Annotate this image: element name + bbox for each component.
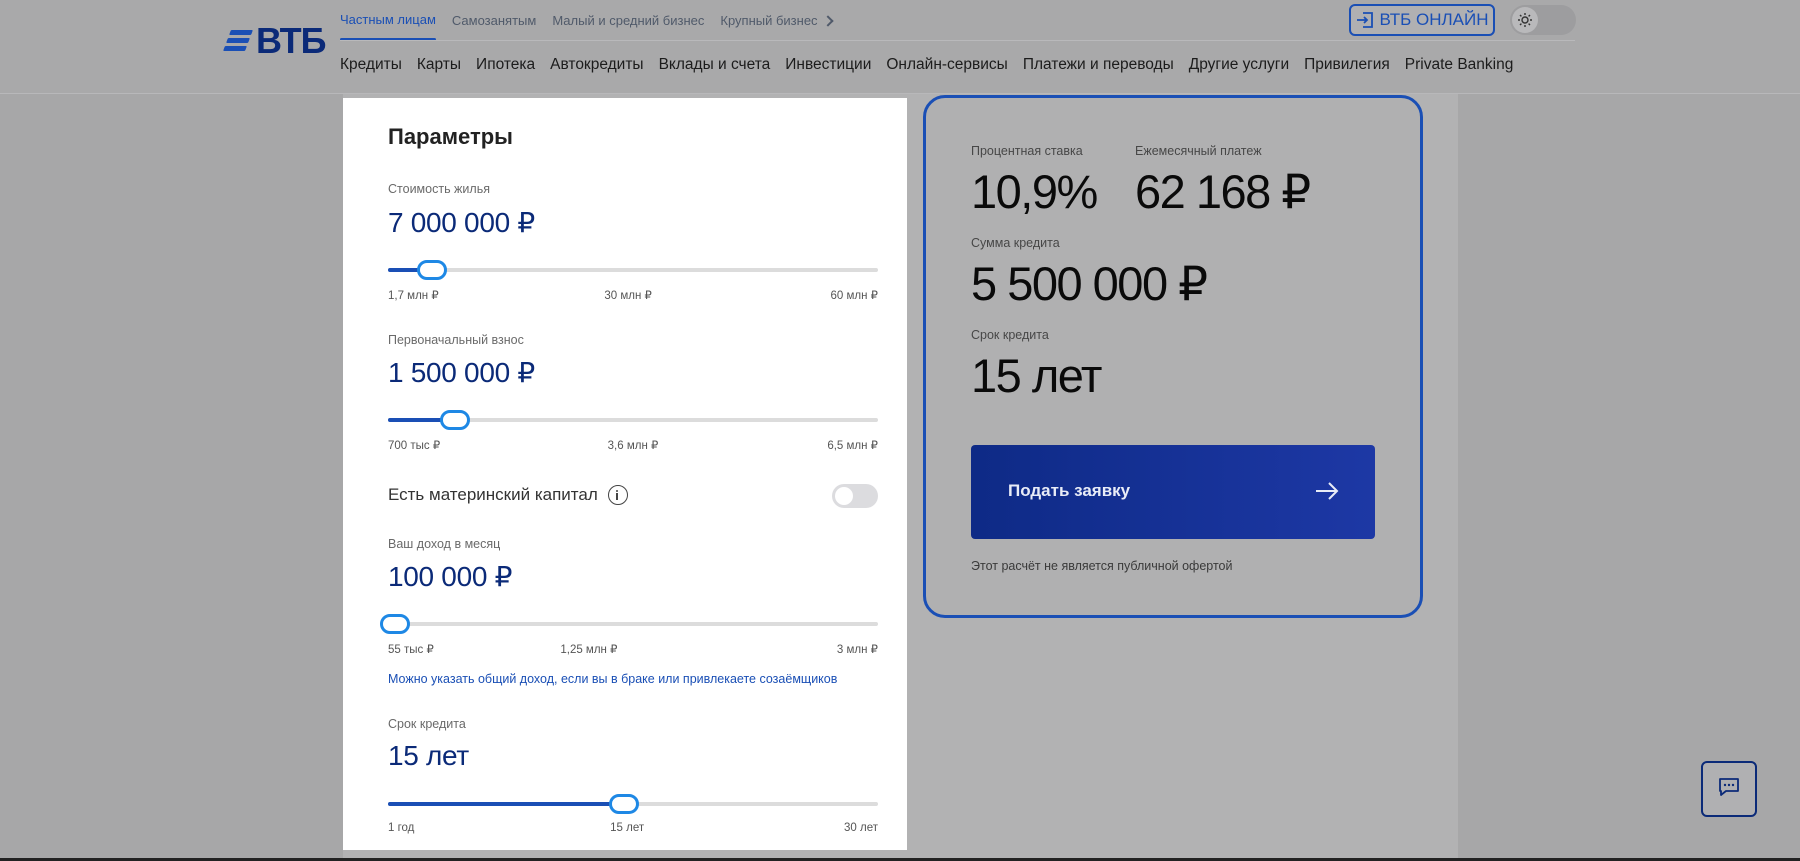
site-header: ВТБ Частным лицам Самозанятым Малый и ср…: [0, 0, 1800, 94]
slider-thumb[interactable]: [417, 260, 448, 280]
nav-investments[interactable]: Инвестиции: [785, 56, 871, 74]
tick-mid: 30 млн ₽: [604, 290, 652, 302]
property-cost-label: Стоимость жилья: [388, 182, 490, 196]
tab-small-business[interactable]: Малый и средний бизнес: [552, 13, 704, 28]
property-cost-value[interactable]: 7 000 000 ₽: [388, 206, 535, 239]
maternity-capital-switch[interactable]: [832, 484, 878, 508]
tick-max: 60 млн ₽: [830, 290, 878, 302]
slider-thumb[interactable]: [609, 794, 640, 814]
tick-max: 3 млн ₽: [836, 644, 878, 656]
tab-large-business[interactable]: Крупный бизнес: [720, 13, 834, 28]
chevron-right-icon: [821, 14, 834, 27]
offer-disclaimer: Этот расчёт не является публичной оферто…: [971, 559, 1233, 573]
income-value[interactable]: 100 000 ₽: [388, 560, 512, 593]
slider-thumb[interactable]: [440, 410, 471, 430]
slider-track: [388, 268, 878, 272]
nav-deposits[interactable]: Вклады и счета: [659, 56, 771, 74]
nav-cards[interactable]: Карты: [417, 56, 461, 74]
mortgage-params-card: Параметры Стоимость жилья 7 000 000 ₽ 1,…: [343, 98, 907, 850]
login-icon: [1356, 12, 1374, 28]
vtb-online-button[interactable]: ВТБ ОНЛАЙН: [1349, 4, 1495, 36]
mortgage-result-card: Процентная ставка 10,9% Ежемесячный плат…: [923, 95, 1423, 618]
loan-term-label: Срок кредита: [971, 328, 1049, 342]
vtb-online-label: ВТБ ОНЛАЙН: [1379, 10, 1489, 29]
tick-mid: 3,6 млн ₽: [607, 440, 659, 452]
vtb-logo-mark-icon: [223, 28, 254, 54]
nav-other-services[interactable]: Другие услуги: [1189, 56, 1289, 74]
tick-mid: 15 лет: [610, 822, 645, 834]
chat-button[interactable]: [1701, 761, 1757, 817]
chat-icon: [1718, 777, 1740, 802]
tick-min: 1 год: [388, 822, 415, 834]
nav-car-loans[interactable]: Автокредиты: [550, 56, 643, 74]
arrow-right-icon: [1315, 481, 1339, 501]
monthly-payment-value: 62 168 ₽: [1135, 165, 1311, 218]
down-payment-slider[interactable]: [388, 410, 878, 430]
params-title: Параметры: [388, 124, 513, 149]
switch-knob: [835, 487, 853, 505]
nav-payments[interactable]: Платежи и переводы: [1023, 56, 1174, 74]
monthly-payment-label: Ежемесячный платеж: [1135, 144, 1262, 158]
segment-tabs: Частным лицам Самозанятым Малый и средни…: [340, 0, 834, 41]
tick-mid: 1,25 млн ₽: [560, 644, 618, 656]
vtb-logo[interactable]: ВТБ: [223, 20, 326, 61]
loan-amount-value: 5 500 000 ₽: [971, 257, 1208, 310]
sun-icon: [1512, 7, 1538, 33]
tick-min: 55 тыс ₽: [388, 644, 434, 656]
income-slider[interactable]: [380, 614, 878, 634]
income-hint-link[interactable]: Можно указать общий доход, если вы в бра…: [388, 672, 837, 686]
rate-value: 10,9%: [971, 165, 1098, 218]
tick-min: 700 тыс ₽: [388, 440, 441, 452]
theme-toggle[interactable]: [1510, 5, 1576, 35]
maternity-capital-row: Есть материнский капитал: [388, 482, 878, 508]
slider-track: [388, 622, 878, 626]
down-payment-label: Первоначальный взнос: [388, 333, 524, 347]
apply-button-label: Подать заявку: [1008, 481, 1131, 500]
income-ticks: 55 тыс ₽ 1,25 млн ₽ 3 млн ₽: [388, 642, 878, 658]
term-ticks: 1 год 15 лет 30 лет: [388, 822, 878, 838]
nav-privilege[interactable]: Привилегия: [1304, 56, 1390, 74]
income-label: Ваш доход в месяц: [388, 537, 501, 551]
nav-credits[interactable]: Кредиты: [340, 56, 402, 74]
rate-label: Процентная ставка: [971, 144, 1083, 158]
main-nav: Кредиты Карты Ипотека Автокредиты Вклады…: [340, 56, 1513, 74]
info-icon[interactable]: [607, 485, 628, 505]
tab-large-business-label: Крупный бизнес: [720, 13, 818, 28]
tick-max: 6,5 млн ₽: [827, 440, 878, 452]
maternity-capital-label: Есть материнский капитал: [388, 485, 598, 504]
nav-online-services[interactable]: Онлайн-сервисы: [886, 56, 1007, 74]
tab-self-employed[interactable]: Самозанятым: [452, 13, 536, 28]
nav-mortgage[interactable]: Ипотека: [476, 56, 535, 74]
down-payment-ticks: 700 тыс ₽ 3,6 млн ₽ 6,5 млн ₽: [388, 438, 878, 454]
property-cost-ticks: 1,7 млн ₽ 30 млн ₽ 60 млн ₽: [388, 288, 878, 304]
apply-button[interactable]: Подать заявку: [971, 445, 1375, 539]
tick-min: 1,7 млн ₽: [388, 290, 439, 302]
term-value[interactable]: 15 лет: [388, 740, 469, 772]
term-slider[interactable]: [388, 794, 878, 814]
loan-amount-label: Сумма кредита: [971, 236, 1060, 250]
header-divider: [340, 40, 1575, 41]
tick-max: 30 лет: [844, 822, 878, 834]
term-label: Срок кредита: [388, 717, 466, 731]
loan-term-value: 15 лет: [971, 349, 1102, 402]
tab-private-clients[interactable]: Частным лицам: [340, 0, 436, 41]
down-payment-value[interactable]: 1 500 000 ₽: [388, 356, 535, 389]
slider-fill: [388, 802, 625, 806]
nav-private-banking[interactable]: Private Banking: [1405, 56, 1514, 74]
property-cost-slider[interactable]: [388, 260, 878, 280]
logo-text: ВТБ: [256, 20, 326, 61]
slider-thumb[interactable]: [380, 614, 411, 634]
